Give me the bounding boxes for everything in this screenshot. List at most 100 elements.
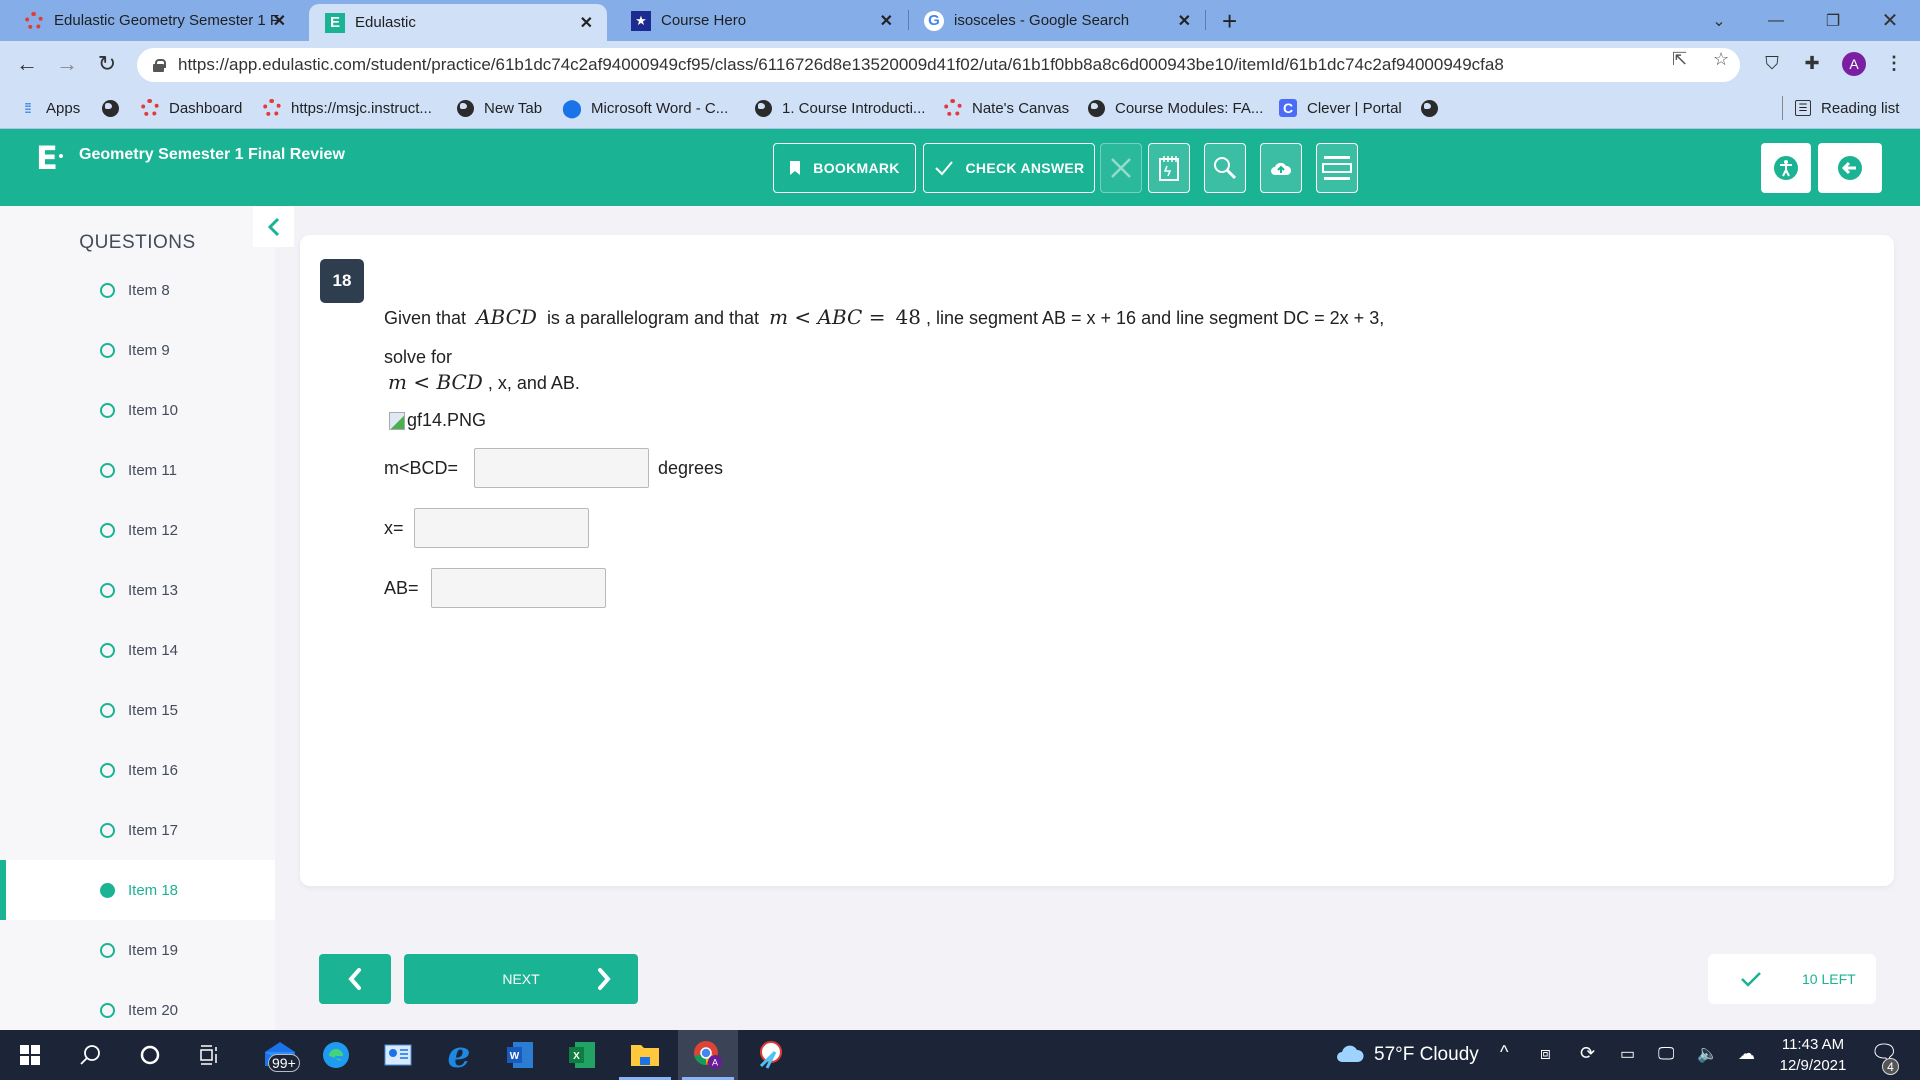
taskbar-excel[interactable]: X: [552, 1030, 612, 1080]
bookmark-apps[interactable]: ⁞⁞⁞ Apps: [18, 88, 80, 128]
shield-extension-icon[interactable]: ⛉: [1760, 51, 1784, 75]
sidebar-item-item-16[interactable]: Item 16: [0, 740, 275, 800]
exit-button[interactable]: [1818, 143, 1882, 193]
reading-list-button[interactable]: ☰ Reading list: [1795, 88, 1899, 128]
sidebar-item-item-8[interactable]: Item 8: [0, 260, 275, 320]
check-answer-button[interactable]: CHECK ANSWER: [923, 143, 1095, 193]
hamburger-menu-icon: [1322, 156, 1352, 180]
bookmark-word[interactable]: ⬤ Microsoft Word - C...: [562, 88, 728, 128]
sidebar-item-item-13[interactable]: Item 13: [0, 560, 275, 620]
sidebar-item-item-18[interactable]: Item 18: [0, 860, 275, 920]
reload-button[interactable]: ↻: [92, 49, 122, 79]
sidebar-item-item-11[interactable]: Item 11: [0, 440, 275, 500]
puzzle-extensions-icon[interactable]: ✚: [1800, 51, 1824, 75]
taskbar-file-explorer[interactable]: [615, 1030, 675, 1080]
bookmark-clever[interactable]: C Clever | Portal: [1279, 88, 1402, 128]
address-bar[interactable]: https://app.edulastic.com/student/practi…: [137, 48, 1740, 82]
sidebar-item-item-15[interactable]: Item 15: [0, 680, 275, 740]
ab-input[interactable]: [431, 568, 606, 608]
magnifier-button[interactable]: [1204, 143, 1246, 193]
taskbar-word[interactable]: W: [490, 1030, 550, 1080]
bookmark-new-tab[interactable]: New Tab: [456, 88, 542, 128]
weather-text[interactable]: 57°F Cloudy: [1374, 1044, 1479, 1066]
collapse-sidebar-button[interactable]: [253, 206, 294, 247]
task-view-button[interactable]: [180, 1030, 240, 1080]
close-tab-icon[interactable]: ✕: [880, 11, 893, 31]
cortana-button[interactable]: [120, 1030, 180, 1080]
forward-button[interactable]: →: [52, 49, 82, 79]
sync-status-icon[interactable]: ⟳: [1580, 1043, 1595, 1064]
x-icon: [1111, 158, 1131, 178]
browser-tab[interactable]: Edulastic Geometry Semester 1 Final Revi…: [0, 0, 300, 41]
bookmark-nates-canvas[interactable]: Nate's Canvas: [944, 88, 1069, 128]
bookmark-globe[interactable]: [101, 88, 129, 128]
clear-answer-button[interactable]: [1100, 143, 1142, 193]
lock-icon: [153, 58, 166, 72]
chevron-left-icon: [348, 968, 361, 990]
browser-tab[interactable]: G isosceles - Google Search ✕: [900, 0, 1205, 41]
search-button[interactable]: [60, 1030, 120, 1080]
sidebar-item-item-20[interactable]: Item 20: [0, 980, 275, 1030]
network-icon[interactable]: 🖵: [1658, 1044, 1674, 1064]
bookmark-course-intro[interactable]: 1. Course Introducti...: [754, 88, 925, 128]
check-icon: [1741, 972, 1761, 987]
items-left-indicator[interactable]: 10 LEFT: [1708, 954, 1876, 1004]
new-tab-button[interactable]: +: [1222, 6, 1237, 37]
sidebar-item-item-19[interactable]: Item 19: [0, 920, 275, 980]
bookmark-dashboard[interactable]: Dashboard: [141, 88, 242, 128]
sidebar-item-label: Item 16: [128, 761, 179, 779]
volume-icon[interactable]: 🔈: [1697, 1044, 1718, 1064]
show-hidden-icons-chevron[interactable]: ^: [1500, 1042, 1508, 1063]
start-button[interactable]: [0, 1030, 60, 1080]
meet-now-icon[interactable]: ⧈: [1540, 1044, 1551, 1064]
upload-button[interactable]: [1260, 143, 1302, 193]
onedrive-sync-icon[interactable]: ☁: [1738, 1044, 1755, 1064]
battery-icon[interactable]: ▭: [1620, 1044, 1635, 1064]
close-tab-icon[interactable]: ✕: [580, 13, 593, 33]
taskbar-edge[interactable]: [306, 1030, 366, 1080]
next-button[interactable]: NEXT: [404, 954, 638, 1004]
weather-cloud-icon: [1337, 1045, 1364, 1062]
browser-tab[interactable]: ★ Course Hero ✕: [607, 0, 907, 41]
menu-button[interactable]: [1316, 143, 1358, 193]
tab-search-chevron-icon[interactable]: ⌄: [1691, 0, 1747, 41]
taskbar-internet-explorer[interactable]: e: [429, 1030, 489, 1080]
bookmark-button[interactable]: BOOKMARK: [773, 143, 916, 193]
sidebar-item-item-12[interactable]: Item 12: [0, 500, 275, 560]
minimize-button[interactable]: —: [1748, 0, 1804, 41]
previous-button[interactable]: [319, 954, 391, 1004]
restore-button[interactable]: ❐: [1805, 0, 1861, 41]
star-icon[interactable]: ☆: [1713, 49, 1729, 70]
accessibility-button[interactable]: [1761, 143, 1811, 193]
sidebar-item-item-17[interactable]: Item 17: [0, 800, 275, 860]
share-icon[interactable]: ⇱: [1672, 49, 1687, 70]
taskbar-mail[interactable]: 99+: [250, 1030, 310, 1080]
close-window-button[interactable]: ✕: [1862, 0, 1918, 41]
bookmark-globe[interactable]: [1420, 88, 1448, 128]
angle-bcd-input[interactable]: [474, 448, 649, 488]
back-button[interactable]: ←: [12, 49, 42, 79]
bookmark-course-modules[interactable]: Course Modules: FA...: [1087, 88, 1263, 128]
cloud-upload-icon: [1271, 162, 1292, 175]
sidebar-item-item-10[interactable]: Item 10: [0, 380, 275, 440]
sidebar-item-item-9[interactable]: Item 9: [0, 320, 275, 380]
magnifier-icon: [1214, 157, 1237, 180]
close-tab-icon[interactable]: ✕: [1178, 11, 1191, 31]
scratchpad-button[interactable]: [1148, 143, 1190, 193]
taskbar-clock[interactable]: 11:43 AM 12/9/2021: [1768, 1034, 1858, 1076]
sidebar-item-item-14[interactable]: Item 14: [0, 620, 275, 680]
sidebar-item-label: Item 10: [128, 401, 179, 419]
taskbar-snipping-tool[interactable]: [740, 1030, 800, 1080]
bookmark-msjc[interactable]: https://msjc.instruct...: [263, 88, 432, 128]
search-icon: [80, 1045, 100, 1065]
close-tab-icon[interactable]: ✕: [273, 11, 286, 31]
clever-icon: C: [1279, 99, 1297, 117]
profile-avatar[interactable]: A: [1842, 52, 1866, 76]
taskbar-chrome[interactable]: A: [678, 1030, 738, 1080]
chevron-left-icon: [267, 217, 279, 236]
menu-dots-icon[interactable]: ⋮: [1882, 51, 1906, 75]
browser-tab-active[interactable]: E Edulastic ✕: [309, 4, 607, 41]
taskbar-control-panel[interactable]: [368, 1030, 428, 1080]
x-input[interactable]: [414, 508, 589, 548]
url-text[interactable]: https://app.edulastic.com/student/practi…: [178, 55, 1504, 75]
